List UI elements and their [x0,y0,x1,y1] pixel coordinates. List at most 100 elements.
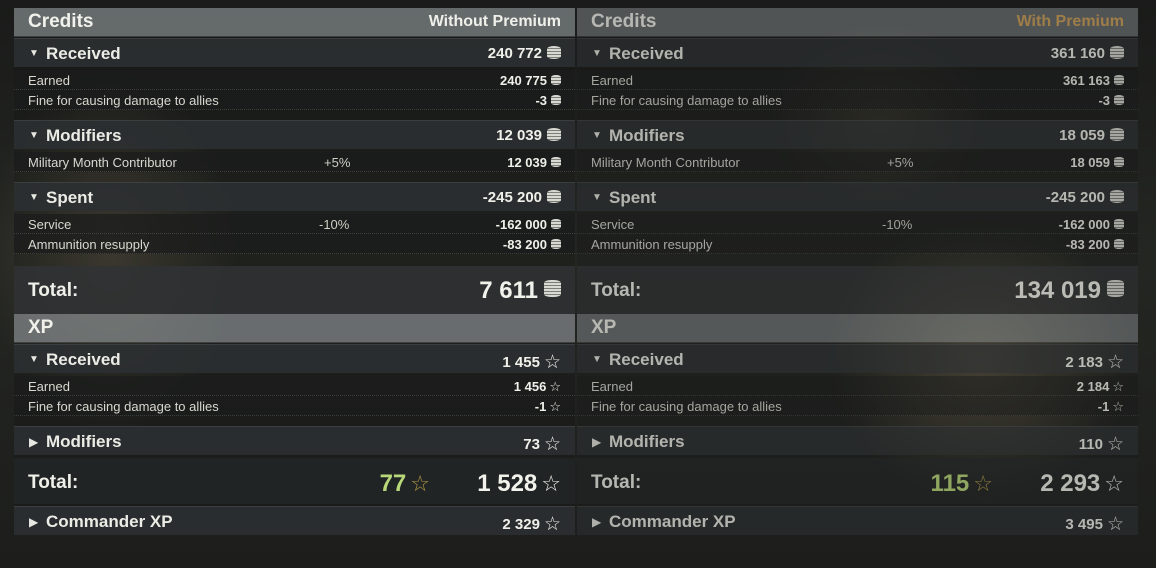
commander-xp-amount: 3 495 [1065,516,1103,533]
xp-star-icon: ☆ [1112,379,1124,394]
triangle-down-icon: ▼ [592,354,602,365]
xp-bonus-amount: 77 [379,470,407,497]
xp-modifiers-value: 73 ☆ [523,433,561,456]
received-label: Received [609,44,684,63]
credit-coin-icon [551,219,561,229]
military-month-pct: +5% [887,155,914,170]
credits-title: Credits [28,11,94,32]
spent-group-toggle[interactable]: ▼ Spent -245 200 [14,182,575,211]
credit-coin-icon [547,190,561,203]
received-value: 361 160 [1051,45,1124,62]
ammo-label: Ammunition resupply [591,237,713,252]
xp-fine-value: -1 ☆ [1098,399,1124,415]
xp-fine-label: Fine for causing damage to allies [28,399,219,414]
triangle-down-icon: ▼ [592,192,602,203]
xp-title: XP [591,317,617,338]
triangle-right-icon: ▶ [29,515,39,529]
received-group-toggle[interactable]: ▼ Received 361 160 [577,38,1138,67]
xp-star-icon: ☆ [1112,399,1124,414]
xp-fine-value: -1 ☆ [535,399,561,415]
xp-modifiers-label: Modifiers [46,432,122,451]
earned-label: Earned [591,73,633,88]
xp-title: XP [28,317,54,338]
service-row: Service -10% -162 000 [577,214,1138,234]
xp-earned-label: Earned [591,379,633,394]
modifiers-amount: 12 039 [496,127,542,144]
credits-title: Credits [591,11,657,32]
xp-star-icon: ☆ [1106,514,1124,535]
credit-coin-icon [1114,239,1124,249]
commander-xp-group-toggle[interactable]: ▶ Commander XP 2 329 ☆ [14,506,575,535]
earned-value: 361 163 [1063,73,1124,88]
xp-modifiers-value: 110 ☆ [1079,433,1124,456]
military-month-pct: +5% [324,155,351,170]
credit-coin-icon [1114,157,1124,167]
xp-received-value: 1 455 ☆ [502,351,561,374]
xp-total-amount: 2 293 [1040,470,1101,497]
credit-coin-icon [551,157,561,167]
received-label: Received [46,44,121,63]
service-pct: -10% [319,217,350,232]
credit-coin-icon [1114,95,1124,105]
xp-received-group-toggle[interactable]: ▼ Received 2 183 ☆ [577,344,1138,373]
xp-earned-amount: 1 456 [513,379,547,394]
xp-received-label: Received [609,350,684,369]
xp-earned-value: 2 184 ☆ [1077,379,1124,395]
xp-modifiers-group-toggle[interactable]: ▶ Modifiers 110 ☆ [577,426,1138,455]
xp-received-group-toggle[interactable]: ▼ Received 1 455 ☆ [14,344,575,373]
credits-total-value: 134 019 [1014,277,1124,305]
modifiers-group-toggle[interactable]: ▼ Modifiers 12 039 [14,120,575,149]
xp-received-amount: 1 455 [502,354,540,371]
xp-total-row: Total: 77 ☆ 1 528 ☆ [14,458,575,504]
service-label: Service [28,217,72,232]
fine-label: Fine for causing damage to allies [28,93,219,108]
spent-label: Spent [46,188,94,207]
received-group-toggle[interactable]: ▼ Received 240 772 [14,38,575,67]
fine-value: -3 [1098,93,1124,108]
credit-coin-icon [1114,75,1124,85]
xp-bonus-value: 77 ☆ [380,470,430,498]
credit-coin-icon [1110,46,1124,59]
xp-modifiers-label: Modifiers [609,432,685,451]
modifiers-group-toggle[interactable]: ▼ Modifiers 18 059 [577,120,1138,149]
xp-fine-amount: -1 [534,399,547,414]
xp-star-icon: ☆ [1106,434,1124,455]
received-amount: 361 160 [1050,45,1105,62]
xp-fine-label: Fine for causing damage to allies [591,399,782,414]
earned-amount: 361 163 [1063,73,1110,88]
spent-amount: -245 200 [482,189,542,206]
commander-xp-group-toggle[interactable]: ▶ Commander XP 3 495 ☆ [577,506,1138,535]
military-month-amount: 12 039 [507,155,547,170]
modifiers-value: 12 039 [496,127,561,144]
xp-fine-row: Fine for causing damage to allies -1 ☆ [14,396,575,416]
military-month-row: Military Month Contributor +5% 12 039 [14,152,575,172]
triangle-down-icon: ▼ [29,354,39,365]
xp-modifiers-group-toggle[interactable]: ▶ Modifiers 73 ☆ [14,426,575,455]
service-value: -162 000 [1059,217,1124,232]
earned-label: Earned [28,73,70,88]
modifiers-label: Modifiers [46,126,122,145]
fine-row: Fine for causing damage to allies -3 [577,90,1138,110]
credit-coin-icon [547,128,561,141]
military-month-row: Military Month Contributor +5% 18 059 [577,152,1138,172]
xp-star-icon: ☆ [543,352,561,373]
ammo-amount: -83 200 [1065,237,1110,252]
military-month-label: Military Month Contributor [591,155,740,170]
received-amount: 240 772 [487,45,542,62]
mode-label: Without Premium [428,13,561,30]
xp-bonus-value: 115 ☆ [931,470,993,498]
military-month-value: 12 039 [507,155,561,170]
military-month-amount: 18 059 [1070,155,1110,170]
commander-xp-label: Commander XP [609,512,736,531]
credit-coin-icon [551,239,561,249]
fine-amount: -3 [1098,93,1110,108]
credit-coin-icon [544,280,561,297]
xp-modifiers-amount: 73 [523,436,540,453]
xp-total-value: 2 293 ☆ [1040,470,1124,498]
ammo-label: Ammunition resupply [28,237,150,252]
credits-total-label: Total: [591,280,642,301]
xp-bonus-amount: 115 [930,470,970,497]
spent-group-toggle[interactable]: ▼ Spent -245 200 [577,182,1138,211]
xp-earned-amount: 2 184 [1076,379,1110,394]
credits-header: Credits Without Premium [14,8,575,37]
